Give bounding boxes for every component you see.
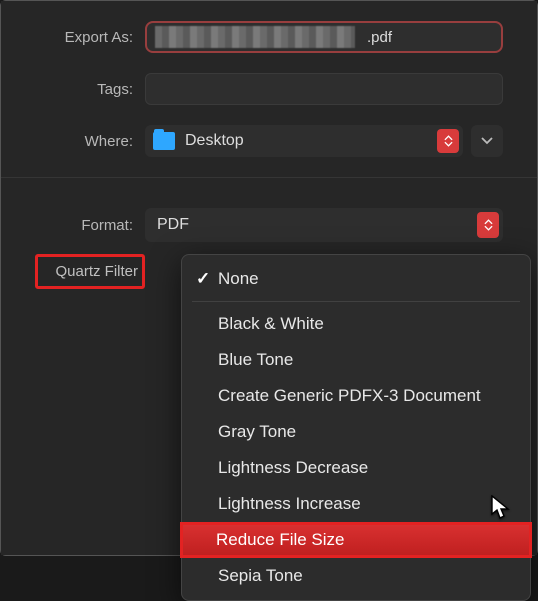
tags-label: Tags: — [35, 81, 145, 98]
filter-option-reduce-file-size[interactable]: Reduce File Size — [180, 522, 532, 558]
export-as-field[interactable]: .pdf — [145, 21, 503, 53]
updown-arrows-icon — [477, 212, 499, 238]
filter-option-none[interactable]: ✓ None — [182, 261, 530, 297]
format-select[interactable]: PDF — [145, 208, 503, 242]
filter-option-lightness-increase[interactable]: Lightness Increase — [182, 486, 530, 522]
where-folder-name: Desktop — [185, 132, 244, 150]
filter-option-lightness-decrease[interactable]: Lightness Decrease — [182, 450, 530, 486]
redacted-filename — [155, 26, 355, 48]
checkmark-icon: ✓ — [196, 269, 212, 289]
tags-field[interactable] — [145, 73, 503, 105]
quartz-filter-label: Quartz Filter — [35, 254, 145, 289]
filter-option-blue-tone[interactable]: Blue Tone — [182, 342, 530, 378]
dropdown-separator — [192, 301, 520, 302]
divider — [1, 177, 537, 178]
folder-icon — [153, 132, 175, 150]
filter-option-create-pdfx3[interactable]: Create Generic PDFX-3 Document — [182, 378, 530, 414]
where-label: Where: — [35, 133, 145, 150]
filter-option-gray-tone[interactable]: Gray Tone — [182, 414, 530, 450]
expand-button[interactable] — [471, 125, 503, 157]
filename-extension: .pdf — [367, 29, 392, 46]
updown-arrows-icon — [437, 129, 459, 153]
export-as-label: Export As: — [35, 29, 145, 46]
quartz-filter-dropdown: ✓ None Black & White Blue Tone Create Ge… — [181, 254, 531, 601]
format-value: PDF — [157, 216, 189, 234]
format-label: Format: — [35, 217, 145, 234]
where-select[interactable]: Desktop — [145, 125, 463, 157]
filter-option-sepia-tone[interactable]: Sepia Tone — [182, 558, 530, 594]
export-dialog: Export As: .pdf Tags: Where: Desktop — [1, 1, 537, 555]
chevron-down-icon — [481, 137, 493, 145]
filter-option-black-white[interactable]: Black & White — [182, 306, 530, 342]
